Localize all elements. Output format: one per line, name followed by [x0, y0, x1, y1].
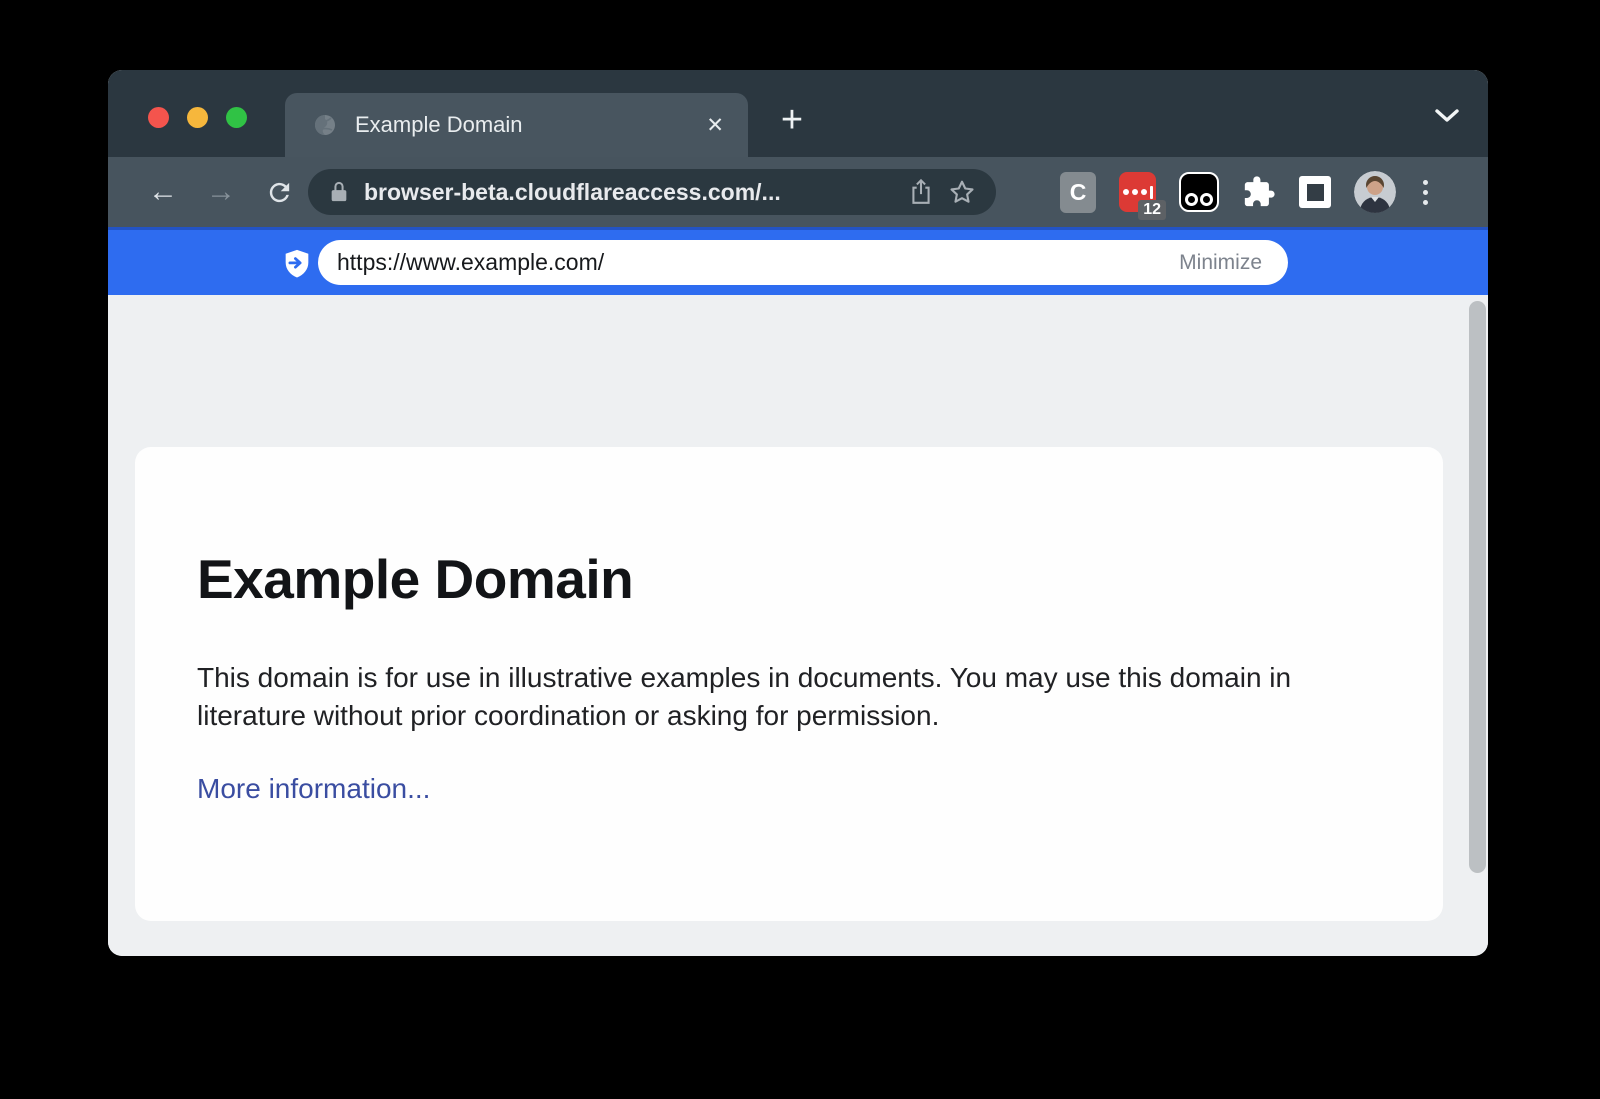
isolated-url-input[interactable] [337, 249, 1179, 276]
browser-window: Example Domain ✕ + ← → browser-beta.clou… [108, 70, 1488, 956]
page-title: Example Domain [197, 547, 1383, 611]
page-body-text: This domain is for use in illustrative e… [197, 659, 1357, 735]
address-bar[interactable]: browser-beta.cloudflareaccess.com/... [308, 169, 996, 215]
chevron-down-icon[interactable] [1434, 108, 1460, 124]
example-domain-card: Example Domain This domain is for use in… [135, 447, 1443, 921]
profile-avatar[interactable] [1354, 171, 1396, 213]
tab-example-domain[interactable]: Example Domain ✕ [285, 93, 748, 157]
reload-icon [265, 178, 294, 207]
back-button[interactable]: ← [134, 175, 192, 209]
lock-icon [328, 179, 350, 205]
reload-button[interactable] [250, 178, 308, 207]
extensions-row: C 12 [1060, 171, 1432, 213]
minimize-window-button[interactable] [187, 107, 208, 128]
password-manager-extension-icon[interactable]: 12 [1119, 172, 1156, 212]
forward-button[interactable]: → [192, 175, 250, 209]
browser-menu-icon[interactable] [1419, 180, 1432, 205]
minimize-bar-button[interactable]: Minimize [1179, 251, 1262, 275]
remote-browser-bar: Minimize [108, 227, 1488, 295]
black-extension-icon[interactable] [1179, 172, 1219, 212]
close-tab-icon[interactable]: ✕ [706, 115, 724, 136]
tab-strip: Example Domain ✕ + [108, 70, 1488, 157]
isolated-url-bar: Minimize [318, 240, 1288, 285]
browser-toolbar: ← → browser-beta.cloudflareaccess.com/..… [108, 157, 1488, 227]
extensions-puzzle-icon[interactable] [1242, 175, 1276, 209]
share-icon[interactable] [908, 177, 934, 207]
macos-traffic-lights [148, 107, 247, 128]
bookmark-star-icon[interactable] [948, 178, 976, 206]
new-tab-button[interactable]: + [772, 101, 812, 141]
address-bar-url: browser-beta.cloudflareaccess.com/... [364, 179, 894, 206]
extension-c-icon[interactable]: C [1060, 172, 1096, 213]
more-information-link[interactable]: More information... [197, 773, 430, 805]
extension-badge-count: 12 [1138, 200, 1166, 220]
isolation-shield-icon [280, 247, 314, 281]
side-panel-icon[interactable] [1299, 176, 1331, 208]
globe-favicon-icon [313, 113, 337, 137]
close-window-button[interactable] [148, 107, 169, 128]
tab-title: Example Domain [355, 112, 706, 138]
scrollbar-thumb[interactable] [1469, 301, 1486, 873]
zoom-window-button[interactable] [226, 107, 247, 128]
page-viewport: Example Domain This domain is for use in… [108, 295, 1488, 956]
